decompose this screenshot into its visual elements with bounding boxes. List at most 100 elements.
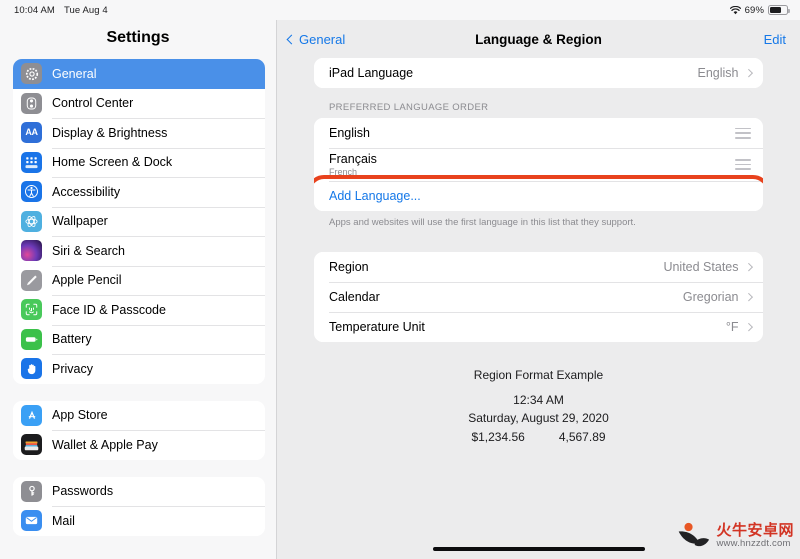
sidebar-item-privacy[interactable]: Privacy (13, 354, 265, 384)
language-name: Français (329, 152, 377, 166)
wifi-icon (729, 5, 741, 15)
sidebar-item-apple-pencil[interactable]: Apple Pencil (13, 265, 265, 295)
battery-fill (770, 7, 782, 13)
ipad-language-value: English (697, 66, 739, 80)
sidebar-item-general[interactable]: General (13, 59, 265, 89)
status-bar: 10:04 AM Tue Aug 4 69% (0, 0, 800, 20)
region-format-example: Region Format Example 12:34 AM Saturday,… (314, 342, 763, 447)
settings-sidebar: Settings General Control Center AA Displ… (0, 20, 277, 559)
reorder-handle-icon[interactable] (735, 159, 751, 170)
sidebar-group-3: Passwords Mail (13, 476, 265, 536)
detail-scroll-area[interactable]: iPad Language English PREFERRED LANGUAGE… (277, 58, 800, 559)
region-label: Region (329, 259, 369, 274)
battery-percent-label: 69% (744, 4, 764, 16)
chevron-left-icon (286, 34, 297, 44)
wallpaper-icon (21, 210, 42, 232)
ipad-settings-screen: 10:04 AM Tue Aug 4 69% Settings General … (0, 0, 800, 559)
region-format-date: Saturday, August 29, 2020 (468, 411, 609, 426)
sidebar-item-passwords[interactable]: Passwords (13, 476, 265, 506)
chevron-right-icon (744, 69, 753, 77)
language-row-english[interactable]: English (314, 118, 763, 148)
mail-icon (21, 510, 42, 532)
sidebar-item-label: App Store (52, 408, 108, 423)
chevron-right-icon (744, 292, 753, 301)
sidebar-item-label: Display & Brightness (52, 125, 168, 140)
home-indicator[interactable] (432, 547, 645, 551)
temperature-unit-value-wrap: °F (725, 319, 753, 334)
status-bar-date: Tue Aug 4 (63, 4, 108, 16)
sidebar-item-accessibility[interactable]: Accessibility (13, 177, 265, 207)
region-row[interactable]: Region United States (314, 251, 763, 282)
sidebar-item-battery[interactable]: Battery (13, 324, 265, 354)
apple-pencil-icon (21, 269, 42, 291)
sidebar-item-siri-search[interactable]: Siri & Search (13, 236, 265, 266)
language-name: English (329, 126, 370, 140)
sidebar-item-face-id-passcode[interactable]: Face ID & Passcode (13, 295, 265, 325)
preferred-language-order-label: PREFERRED LANGUAGE ORDER (329, 102, 489, 113)
edit-button[interactable]: Edit (764, 32, 786, 47)
ipad-language-label: iPad Language (329, 66, 414, 80)
home-screen-dock-icon (21, 151, 42, 173)
watermark-text: 火牛安卓网 www.hnzzdt.com (716, 523, 794, 549)
back-button[interactable]: General (286, 31, 346, 47)
sidebar-item-wallpaper[interactable]: Wallpaper (13, 206, 265, 236)
calendar-label: Calendar (329, 289, 380, 304)
region-value: United States (663, 259, 739, 274)
watermark-brand: 火牛安卓网 (716, 522, 794, 540)
siri-icon (21, 240, 42, 262)
display-brightness-icon: AA (21, 122, 42, 144)
chevron-right-icon (744, 262, 753, 271)
add-language-label: Add Language... (329, 189, 421, 203)
face-id-icon (21, 299, 42, 321)
add-language-row[interactable]: Add Language... (314, 175, 763, 211)
sidebar-item-label: Siri & Search (52, 243, 125, 258)
calendar-value: Gregorian (682, 289, 739, 304)
sidebar-item-mail[interactable]: Mail (13, 506, 265, 536)
sidebar-item-wallet-apple-pay[interactable]: Wallet & Apple Pay (13, 430, 265, 460)
region-format-currency: $1,234.56 (471, 430, 525, 444)
sidebar-item-display-brightness[interactable]: AA Display & Brightness (13, 118, 265, 148)
status-bar-right: 69% (729, 4, 790, 16)
passwords-key-icon (21, 480, 42, 502)
preferred-language-footnote: Apps and websites will use the first lan… (329, 217, 636, 228)
region-format-number: 4,567.89 (558, 430, 606, 444)
watermark: 火牛安卓网 www.hnzzdt.com (675, 519, 794, 553)
ipad-language-value-wrap: English (697, 66, 753, 80)
gear-icon (21, 63, 42, 85)
temperature-unit-row[interactable]: Temperature Unit °F (314, 311, 763, 342)
ipad-language-row[interactable]: iPad Language English (314, 58, 763, 88)
status-bar-left: 10:04 AM Tue Aug 4 (14, 5, 108, 16)
language-subtitle: French (329, 167, 358, 177)
region-format-numbers: $1,234.56 4,567.89 (314, 428, 763, 447)
watermark-logo-icon (675, 519, 711, 553)
language-row-labels: English (329, 126, 370, 140)
detail-pane: General Language & Region Edit iPad Lang… (277, 20, 800, 559)
sidebar-scroll-area[interactable]: General Control Center AA Display & Brig… (0, 59, 276, 559)
calendar-row[interactable]: Calendar Gregorian (314, 281, 763, 312)
sidebar-group-1: General Control Center AA Display & Brig… (13, 59, 265, 384)
sidebar-item-home-screen-dock[interactable]: Home Screen & Dock (13, 147, 265, 177)
sidebar-item-label: Battery (52, 332, 92, 347)
back-button-label: General (299, 31, 346, 47)
sidebar-item-label: Passwords (52, 484, 114, 499)
sidebar-item-label: Face ID & Passcode (52, 302, 166, 317)
temperature-unit-value: °F (725, 319, 739, 334)
battery-icon (768, 5, 790, 15)
region-format-title: Region Format Example (473, 367, 604, 382)
sidebar-item-label: Mail (52, 513, 75, 528)
reorder-handle-icon[interactable] (735, 127, 751, 139)
page-title: Language & Region (475, 31, 602, 47)
temperature-unit-label: Temperature Unit (329, 319, 425, 334)
sidebar-item-app-store[interactable]: App Store (13, 400, 265, 430)
sidebar-item-control-center[interactable]: Control Center (13, 88, 265, 118)
language-row-francais[interactable]: Français French (314, 148, 763, 181)
region-value-wrap: United States (663, 259, 753, 274)
battery-settings-icon (21, 328, 42, 350)
detail-nav-bar: General Language & Region Edit (277, 20, 800, 58)
privacy-hand-icon (21, 358, 42, 380)
wallet-icon (21, 434, 42, 456)
preferred-language-card: English Français French Add Language... (314, 118, 763, 211)
split-view: Settings General Control Center AA Displ… (0, 20, 800, 559)
sidebar-item-label: Control Center (52, 96, 134, 111)
